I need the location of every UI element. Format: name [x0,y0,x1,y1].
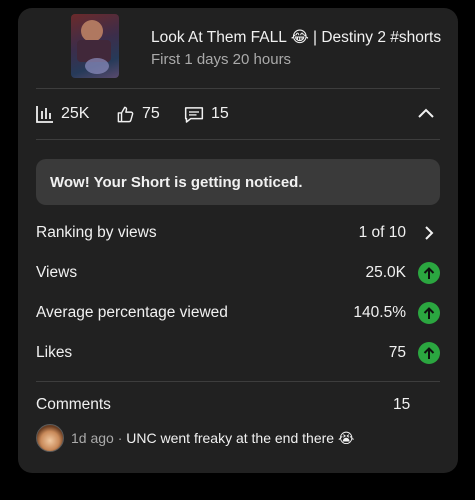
thumbs-up-icon [116,105,135,124]
comment-time: 1d ago [71,430,114,446]
comments-count: 15 [211,105,229,122]
views-count: 25K [61,105,90,122]
metric-value: 1 of 10 [358,224,406,241]
comments-label: Comments [36,396,111,413]
arrow-up-icon [418,342,440,364]
time-period-label: First 1 days 20 hours [151,51,292,68]
metric-row-avg-percentage: Average percentage viewed 140.5% [36,293,440,333]
chevron-right-icon[interactable] [418,222,440,244]
chevron-up-icon [416,108,436,128]
metric-label: Likes [36,344,73,361]
video-thumbnail[interactable] [71,14,119,78]
collapse-button[interactable] [416,104,436,124]
comments-stat: 15 [184,89,229,139]
metric-value: 25.0K [365,264,406,281]
avatar [36,424,64,452]
metric-row-likes: Likes 75 [36,333,440,373]
comment-icon [184,105,204,124]
comment-body: UNC went freaky at the end there 😭 [126,430,355,446]
video-title[interactable]: Look At Them FALL 😂 | Destiny 2 #shorts [151,28,441,47]
video-header[interactable]: Look At Them FALL 😂 | Destiny 2 #shorts … [36,8,441,88]
short-analytics-card: Look At Them FALL 😂 | Destiny 2 #shorts … [18,8,458,473]
likes-count: 75 [142,105,160,122]
views-stat: 25K [36,89,89,139]
metric-value: 140.5% [353,304,406,321]
comments-total: 15 [393,396,411,413]
metric-label: Average percentage viewed [36,304,228,321]
metric-value: 75 [388,344,406,361]
metric-label: Ranking by views [36,224,157,241]
metric-label: Views [36,264,78,281]
arrow-up-icon [418,262,440,284]
metric-row-views: Views 25.0K [36,253,440,293]
comments-section[interactable]: Comments 15 [36,382,440,422]
metrics-list: Ranking by views 1 of 10 Views 25.0K Ave… [36,213,440,373]
bar-chart-icon [36,105,54,123]
likes-stat: 75 [116,89,160,139]
noticed-banner: Wow! Your Short is getting noticed. [36,159,440,205]
comment-text-line: 1d ago · UNC went freaky at the end ther… [71,430,354,447]
comment-separator: · [113,430,127,446]
top-comment[interactable]: 1d ago · UNC went freaky at the end ther… [36,422,440,462]
stats-bar: 25K 75 15 [36,89,440,139]
divider [36,139,440,140]
metric-row-ranking[interactable]: Ranking by views 1 of 10 [36,213,440,253]
arrow-up-icon [418,302,440,324]
